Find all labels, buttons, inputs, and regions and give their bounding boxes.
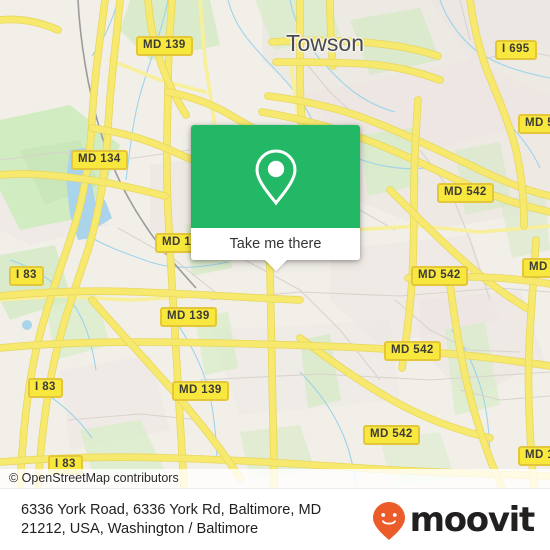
road-shield: MD 1 xyxy=(518,446,550,466)
footer-bar: 6336 York Road, 6336 York Rd, Baltimore,… xyxy=(0,488,550,550)
map-attribution[interactable]: © OpenStreetMap contributors xyxy=(0,469,550,488)
moovit-logo[interactable]: moovit xyxy=(372,499,550,541)
road-shield: I 83 xyxy=(28,378,63,398)
road-shield: MD 542 xyxy=(437,183,494,203)
map-screen: .bg { fill:#f2efe9; } .resid { fill:#eae… xyxy=(0,0,550,550)
road-shield: MD 139 xyxy=(160,307,217,327)
road-shield: MD 542 xyxy=(384,341,441,361)
road-shield: MD 542 xyxy=(411,266,468,286)
road-shield: MD 4 xyxy=(522,258,550,278)
road-shield: I 83 xyxy=(9,266,44,286)
road-shield: MD 542 xyxy=(363,425,420,445)
address-line-2: 21212, USA, Washington / Baltimore xyxy=(21,520,259,537)
take-me-there-button[interactable]: Take me there xyxy=(191,228,360,260)
popup-pointer xyxy=(263,259,288,271)
moovit-wordmark: moovit xyxy=(409,499,536,540)
road-shield: MD 139 xyxy=(136,36,193,56)
road-shield: MD 134 xyxy=(71,150,128,170)
address-line-1: 6336 York Road, 6336 York Rd, Baltimore,… xyxy=(21,501,322,518)
road-shield: MD 5 xyxy=(518,114,550,134)
address-text: 6336 York Road, 6336 York Rd, Baltimore,… xyxy=(0,501,372,539)
map-pin-icon xyxy=(254,148,297,205)
moovit-pin-icon xyxy=(372,501,405,540)
location-popup-card[interactable]: Take me there xyxy=(191,125,360,271)
city-label-towson: Towson xyxy=(286,30,364,56)
road-shield: MD 139 xyxy=(172,381,229,401)
map-canvas[interactable]: .bg { fill:#f2efe9; } .resid { fill:#eae… xyxy=(0,0,550,488)
road-shield: I 695 xyxy=(495,40,537,60)
popup-icon-panel xyxy=(191,125,360,228)
